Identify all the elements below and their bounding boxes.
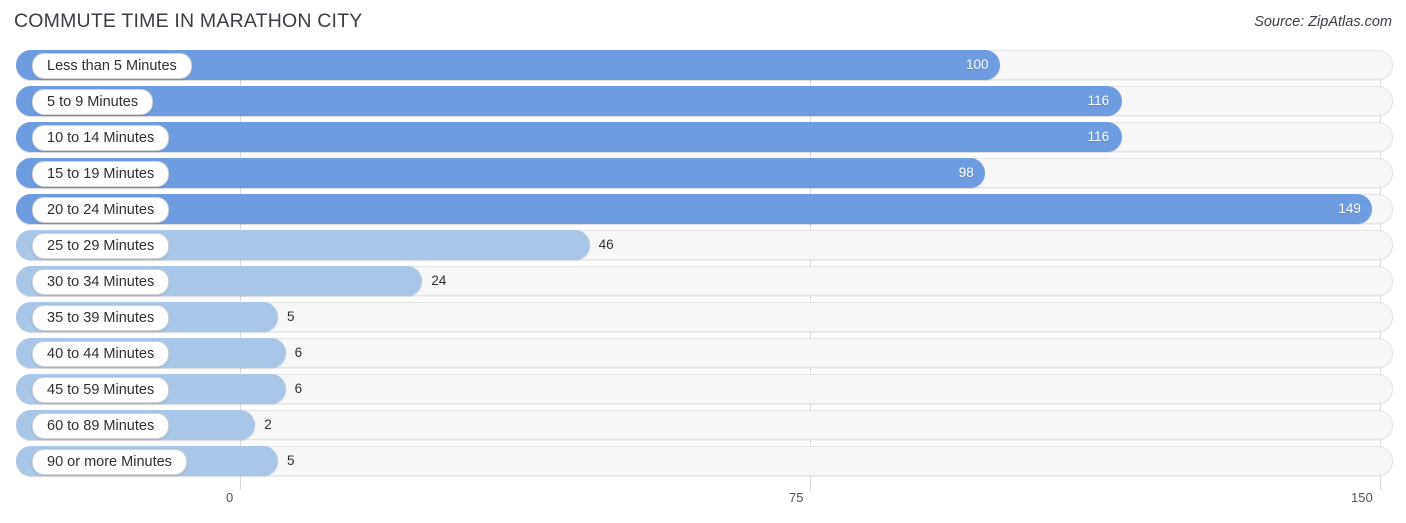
bar-row[interactable]: 30 to 34 Minutes 24 [0,266,1406,296]
axis-tick-75: 75 [789,490,804,505]
bar-row[interactable]: 25 to 29 Minutes 46 [0,230,1406,260]
category-label: 20 to 24 Minutes [32,197,170,223]
bar-row[interactable]: 60 to 89 Minutes 2 [0,410,1406,440]
bar-row[interactable]: 15 to 19 Minutes 98 [0,158,1406,188]
category-label: 40 to 44 Minutes [32,341,170,367]
bar-value-label: 5 [287,453,295,468]
bar-rows: Less than 5 Minutes 100 5 to 9 Minutes 116 1… [0,50,1406,482]
bar-row[interactable]: 20 to 24 Minutes 149 [0,194,1406,224]
bar-row[interactable]: 35 to 39 Minutes 5 [0,302,1406,332]
bar-value-label: 6 [294,381,303,396]
bar-value-label: 5 [287,309,295,324]
bar-value-label: 24 [431,273,447,288]
bar-row[interactable]: Less than 5 Minutes 100 [0,50,1406,80]
chart-plot-area: Less than 5 Minutes 100 5 to 9 Minutes 116 1… [0,50,1406,490]
bar-value-label: 98 [958,165,974,180]
page-title: COMMUTE TIME IN MARATHON CITY [14,10,363,32]
bar-value-label: 100 [966,57,989,72]
category-label: 30 to 34 Minutes [32,269,170,295]
bar-value-label: 149 [1338,201,1361,216]
bar-row[interactable]: 45 to 59 Minutes 6 [0,374,1406,404]
category-label: 15 to 19 Minutes [32,161,170,187]
x-axis: 0 75 150 [0,490,1406,523]
category-label: Less than 5 Minutes [32,53,192,79]
bar-value-label: 6 [294,345,303,360]
bar-fill[interactable] [16,122,1122,152]
chart-page: COMMUTE TIME IN MARATHON CITY Source: Zi… [0,0,1406,523]
bar-row[interactable]: 90 or more Minutes 5 [0,446,1406,476]
axis-tick-150: 150 [1351,490,1373,505]
source-attribution: Source: ZipAtlas.com [1254,14,1392,30]
bar-value-label: 116 [1087,129,1110,144]
bar-row[interactable]: 10 to 14 Minutes 116 [0,122,1406,152]
category-label: 60 to 89 Minutes [32,413,170,439]
bar-value-label: 116 [1087,93,1110,108]
bar-value-label: 2 [264,417,272,432]
category-label: 45 to 59 Minutes [32,377,170,403]
bar-row[interactable]: 40 to 44 Minutes 6 [0,338,1406,368]
bar-row[interactable]: 5 to 9 Minutes 116 [0,86,1406,116]
category-label: 25 to 29 Minutes [32,233,170,259]
bar-fill[interactable] [16,194,1373,224]
bar-fill[interactable] [16,86,1122,116]
bar-value-label: 46 [598,237,614,252]
category-label: 10 to 14 Minutes [32,125,170,151]
axis-tick-0: 0 [226,490,234,505]
category-label: 35 to 39 Minutes [32,305,170,331]
category-label: 5 to 9 Minutes [32,89,154,115]
category-label: 90 or more Minutes [32,449,187,475]
